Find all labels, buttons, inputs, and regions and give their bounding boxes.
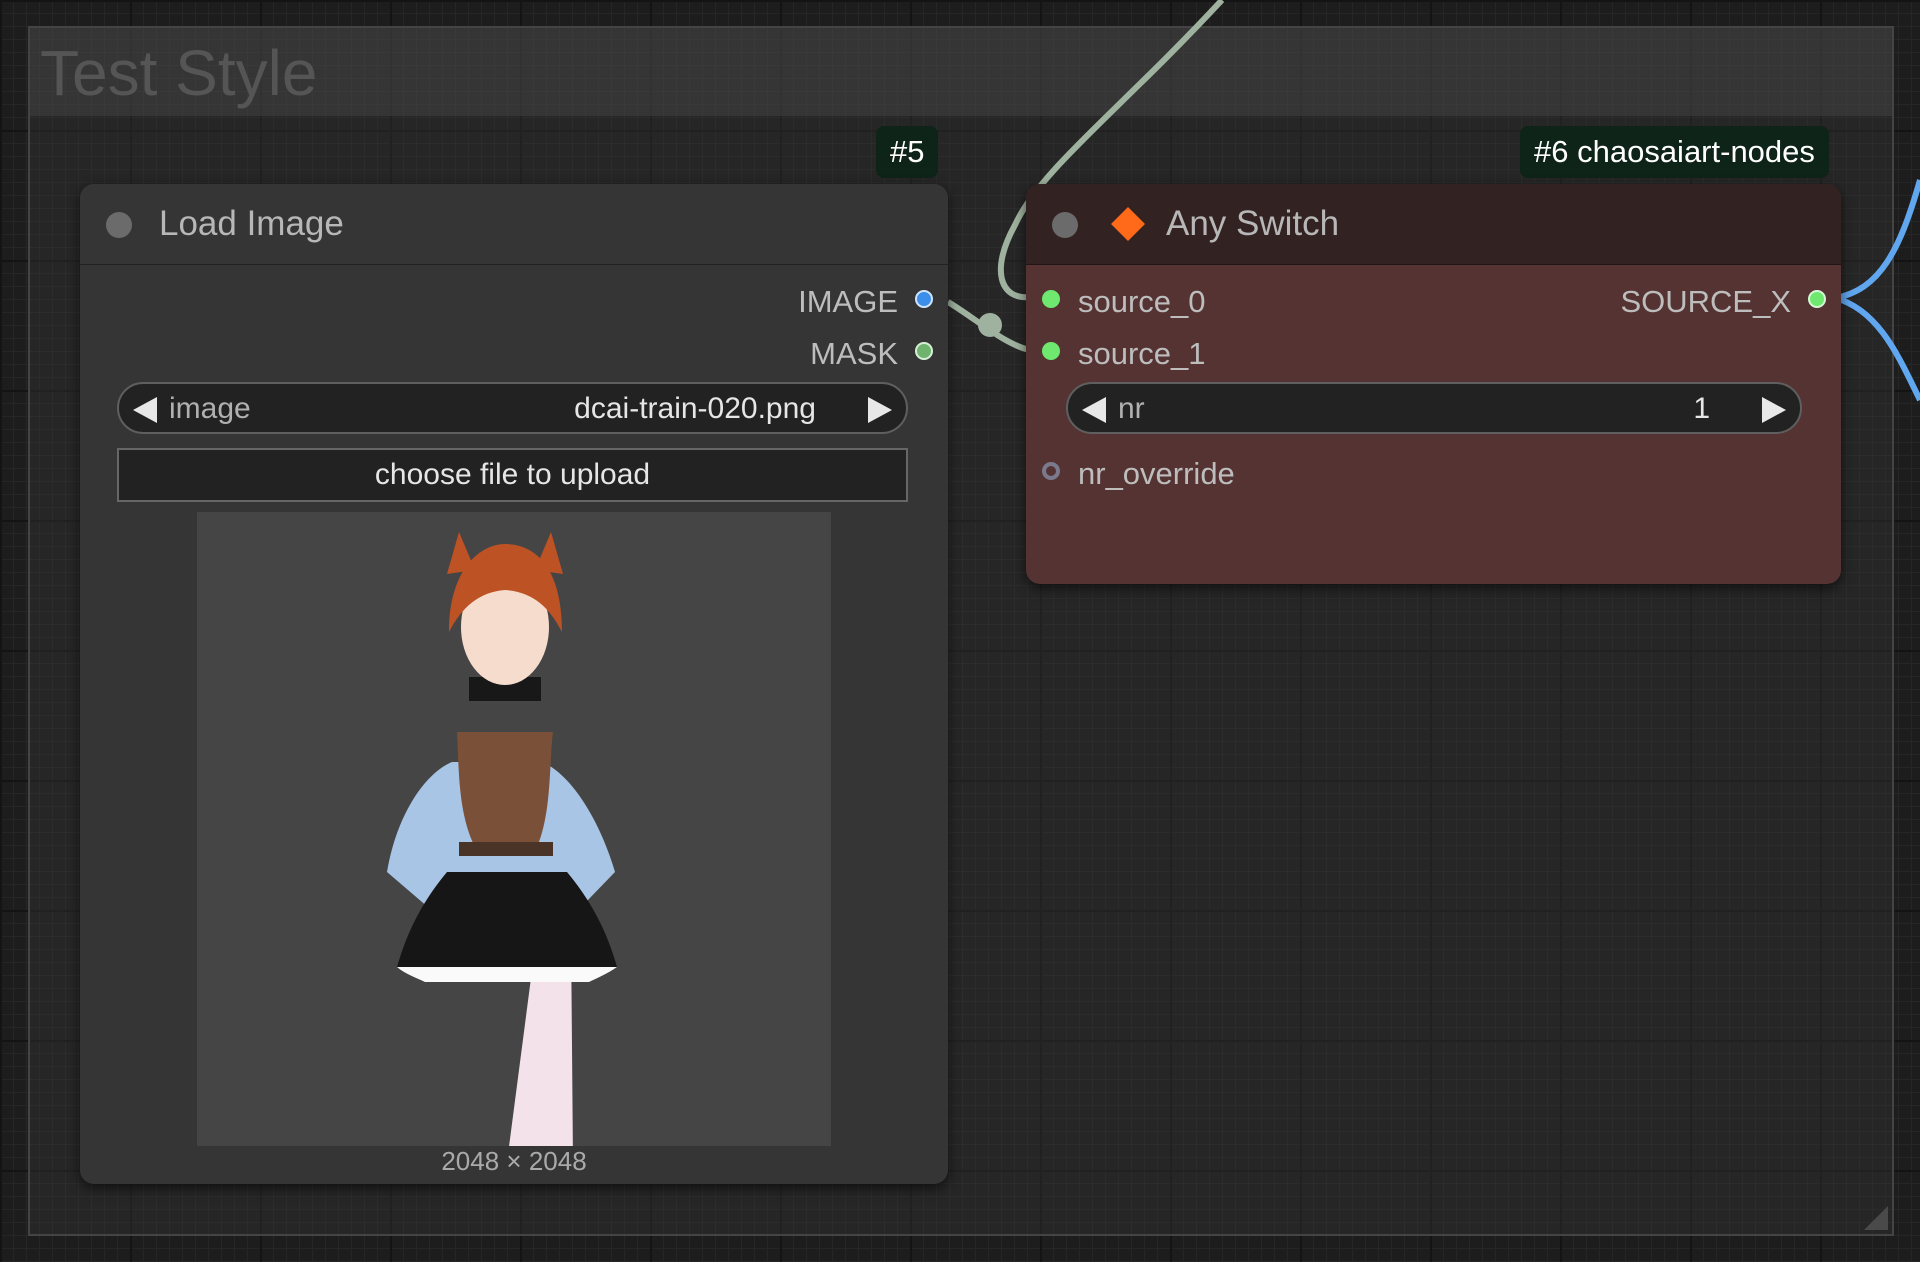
nr-number-widget[interactable]: nr 1	[1066, 382, 1802, 434]
character-thumbnail	[387, 532, 617, 1146]
upload-button[interactable]: choose file to upload	[117, 448, 908, 502]
image-combo-widget[interactable]: image dcai-train-020.png	[117, 382, 908, 434]
node-id-badge-6: #6 chaosaiart-nodes	[1520, 126, 1829, 178]
input-nr-override-label: nr_override	[1078, 456, 1235, 491]
widget-label: nr	[1118, 392, 1145, 425]
input-source0-slot[interactable]	[1042, 290, 1060, 308]
widget-value: 1	[1693, 392, 1710, 425]
wire-output-down[interactable]	[1834, 295, 1920, 402]
widget-label: image	[169, 392, 251, 425]
output-source-x-slot[interactable]	[1808, 290, 1826, 308]
input-source1-slot[interactable]	[1042, 342, 1060, 360]
node-title: Any Switch	[1166, 204, 1340, 243]
any-switch-node[interactable]: Any Switch source_0 source_1 SOURCE_X nr…	[1026, 184, 1841, 584]
output-source-x-label: SOURCE_X	[1620, 284, 1791, 319]
node-id-badge-5: #5	[876, 126, 939, 178]
node-title: Load Image	[159, 204, 344, 243]
output-mask-label: MASK	[810, 336, 898, 371]
output-mask-slot[interactable]	[915, 342, 933, 360]
input-nr-override-slot[interactable]	[1042, 462, 1060, 480]
input-source0-label: source_0	[1078, 284, 1206, 319]
output-image-label: IMAGE	[798, 284, 898, 319]
collapse-dot-icon[interactable]	[106, 212, 132, 238]
wire-output-up[interactable]	[1834, 179, 1920, 301]
load-image-node[interactable]: Load Image IMAGE MASK image dcai-train-0…	[80, 184, 948, 1184]
arrow-right-icon[interactable]	[1762, 397, 1786, 423]
output-image-slot[interactable]	[915, 290, 933, 308]
image-preview	[197, 512, 831, 1146]
diamond-icon	[1111, 207, 1145, 241]
arrow-left-icon[interactable]	[133, 397, 157, 423]
collapse-dot-icon[interactable]	[1052, 212, 1078, 238]
load-image-title-bar[interactable]: Load Image	[80, 184, 948, 265]
wire-reroute-point[interactable]	[978, 313, 1002, 337]
arrow-right-icon[interactable]	[868, 397, 892, 423]
widget-value: dcai-train-020.png	[574, 392, 816, 425]
any-switch-title-bar[interactable]: Any Switch	[1026, 184, 1841, 265]
input-source1-label: source_1	[1078, 336, 1206, 371]
preview-dimensions: 2048 × 2048	[441, 1146, 587, 1176]
arrow-left-icon[interactable]	[1082, 397, 1106, 423]
